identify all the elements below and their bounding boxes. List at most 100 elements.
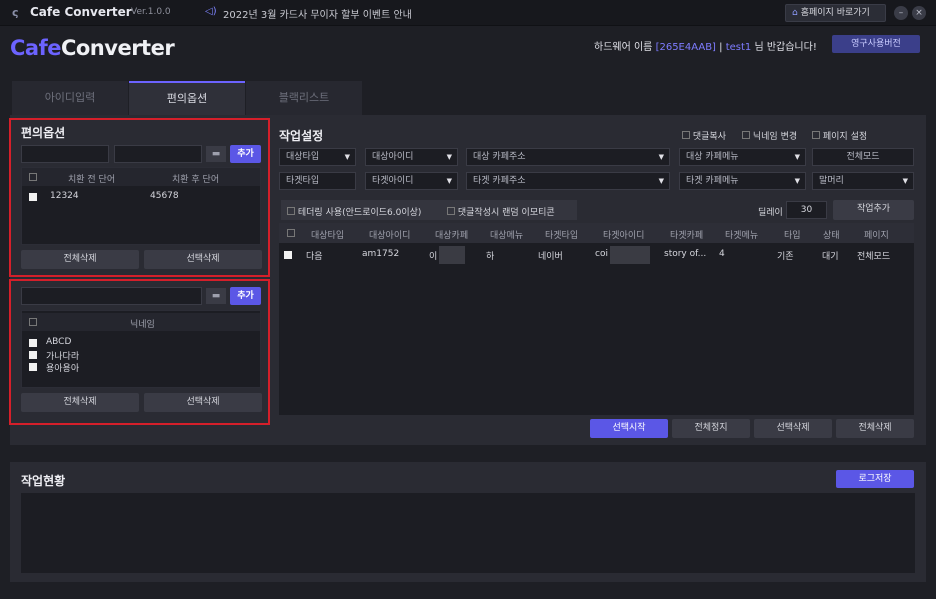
cell-status: 대기 xyxy=(822,252,839,262)
tab-convenience[interactable]: 편의옵션 xyxy=(129,81,245,115)
cell-target-menu: 하 xyxy=(486,252,495,262)
row-checkbox[interactable] xyxy=(29,193,37,201)
add-replace-button[interactable]: 추가 xyxy=(230,145,261,163)
col-menu: 타겟메뉴 xyxy=(725,231,759,241)
change-nick-option[interactable]: 닉네임 변경 xyxy=(742,129,797,142)
save-log-button[interactable]: 로그저장 xyxy=(836,470,914,488)
random-emoticon-checkbox[interactable] xyxy=(447,207,455,215)
target-id-select[interactable]: 대상아이디 ▼ xyxy=(365,148,458,166)
table-row[interactable]: 다음 am1752 이 하 네이버 coi story of... 4 기존 대… xyxy=(279,246,914,264)
col-before-word: 치환 전 단어 xyxy=(68,175,116,185)
col-nickname: 닉네임 xyxy=(130,320,155,330)
start-selected-button[interactable]: 선택시작 xyxy=(590,419,668,438)
after-word-input[interactable] xyxy=(114,145,202,163)
target-cafe-menu-select[interactable]: 대상 카페메뉴 ▼ xyxy=(679,148,806,166)
close-button[interactable]: × xyxy=(912,6,926,20)
tethering-option[interactable]: 테더링 사용(안드로이드6.0이상) xyxy=(287,205,421,218)
col-target-id: 대상아이디 xyxy=(369,231,411,241)
row-checkbox[interactable] xyxy=(29,339,37,347)
random-emoticon-option[interactable]: 댓글작성시 랜덤 이모티콘 xyxy=(447,205,555,218)
col-target-cafe: 대상카페 xyxy=(435,231,469,241)
chevron-down-icon: ▼ xyxy=(446,153,452,161)
select-all-checkbox[interactable] xyxy=(287,229,295,237)
hw-separator: | xyxy=(715,42,726,53)
head-select[interactable]: 말머리 ▼ xyxy=(812,172,914,190)
cafe-url-select[interactable]: 타겟 카페주소 ▼ xyxy=(466,172,670,190)
app-version: Ver.1.0.0 xyxy=(131,7,171,17)
folder-icon[interactable]: ▬ xyxy=(206,288,226,304)
license-button[interactable]: 영구사용버전 xyxy=(832,35,920,53)
col-cafe: 타겟카페 xyxy=(670,231,704,241)
delete-selected-replace-button[interactable]: 선택삭제 xyxy=(144,250,262,269)
tab-bar: 아이디입력 편의옵션 블랙리스트 xyxy=(12,81,362,115)
row-checkbox[interactable] xyxy=(284,251,292,259)
copy-comment-checkbox[interactable] xyxy=(682,131,690,139)
page-setting-checkbox[interactable] xyxy=(812,131,820,139)
change-nick-label: 닉네임 변경 xyxy=(752,132,798,142)
select-all-checkbox[interactable] xyxy=(29,318,37,326)
homepage-button[interactable]: ⌂ 홈페이지 바로가기 xyxy=(785,4,886,22)
convenience-title: 편의옵션 xyxy=(21,126,66,140)
id-value: 타겟아이디 xyxy=(372,176,414,186)
chevron-down-icon: ▼ xyxy=(658,153,664,161)
cafe-menu-value: 타겟 카페메뉴 xyxy=(686,176,739,186)
notice-link[interactable]: 2022년 3월 카드사 무이자 할부 이벤트 안내 xyxy=(223,6,412,21)
nickname-cell: ABCD xyxy=(46,337,72,347)
task-grid-header: 대상타입 대상아이디 대상카페 대상메뉴 타겟타입 타겟아이디 타겟카페 타겟메… xyxy=(279,223,914,243)
stop-all-button[interactable]: 전체정지 xyxy=(672,419,750,438)
add-nickname-button[interactable]: 추가 xyxy=(230,287,261,305)
replace-grid-header: 치환 전 단어 치환 후 단어 xyxy=(22,168,260,186)
app-title: Cafe Converter xyxy=(30,5,132,19)
title-bar: ς Cafe Converter Ver.1.0.0 ◁) 2022년 3월 카… xyxy=(0,0,936,26)
select-all-checkbox[interactable] xyxy=(29,173,37,181)
col-target-menu: 대상메뉴 xyxy=(490,231,524,241)
hw-label: 하드웨어 이름 xyxy=(594,42,656,53)
folder-icon[interactable]: ▬ xyxy=(206,146,226,162)
delay-input[interactable]: 30 xyxy=(786,201,827,219)
add-task-button[interactable]: 작업추가 xyxy=(833,200,914,220)
delete-selected-button[interactable]: 선택삭제 xyxy=(754,419,832,438)
copy-comment-option[interactable]: 댓글복사 xyxy=(682,129,726,142)
copy-comment-label: 댓글복사 xyxy=(692,132,726,142)
chevron-down-icon: ▼ xyxy=(794,153,800,161)
id-select[interactable]: 타겟아이디 ▼ xyxy=(365,172,458,190)
list-item[interactable]: 용아용아 xyxy=(22,361,260,374)
user-name: test1 xyxy=(725,42,752,53)
cafe-menu-select[interactable]: 타겟 카페메뉴 ▼ xyxy=(679,172,806,190)
minimize-button[interactable]: – xyxy=(894,6,908,20)
replace-grid: 치환 전 단어 치환 후 단어 12324 45678 xyxy=(21,167,261,245)
type-field[interactable]: 타겟타입 xyxy=(279,172,356,190)
chevron-down-icon: ▼ xyxy=(658,177,664,185)
tethering-checkbox[interactable] xyxy=(287,207,295,215)
table-row[interactable]: 12324 45678 xyxy=(22,190,260,204)
delete-all-nickname-button[interactable]: 전체삭제 xyxy=(21,393,139,412)
target-type-select[interactable]: 대상타입 ▼ xyxy=(279,148,356,166)
nickname-grid: 닉네임 ABCD 가나다라 용아용아 xyxy=(21,310,261,388)
list-item[interactable]: ABCD xyxy=(22,337,260,349)
log-output[interactable] xyxy=(21,493,915,573)
full-mode-field[interactable]: 전체모드 xyxy=(812,148,914,166)
col-type: 타겟타입 xyxy=(545,231,579,241)
target-cafe-url-select[interactable]: 대상 카페주소 ▼ xyxy=(466,148,670,166)
nickname-input[interactable] xyxy=(21,287,202,305)
brand-logo: CafeConverter xyxy=(10,36,175,60)
delete-selected-nickname-button[interactable]: 선택삭제 xyxy=(144,393,262,412)
row-checkbox[interactable] xyxy=(29,363,37,371)
chevron-down-icon: ▼ xyxy=(344,153,350,161)
page-setting-option[interactable]: 페이지 설정 xyxy=(812,129,867,142)
col-kind: 타입 xyxy=(784,231,801,241)
col-target-type: 대상타입 xyxy=(311,231,345,241)
delete-all-replace-button[interactable]: 전체삭제 xyxy=(21,250,139,269)
chevron-down-icon: ▼ xyxy=(794,177,800,185)
cell-menu: 4 xyxy=(719,249,725,259)
change-nick-checkbox[interactable] xyxy=(742,131,750,139)
work-settings-title: 작업설정 xyxy=(279,129,324,143)
row-checkbox[interactable] xyxy=(29,351,37,359)
list-item[interactable]: 가나다라 xyxy=(22,349,260,362)
cell-before: 12324 xyxy=(50,191,79,201)
tab-id-input[interactable]: 아이디입력 xyxy=(12,81,128,115)
tab-blacklist[interactable]: 블랙리스트 xyxy=(246,81,362,115)
cell-id: coi xyxy=(595,249,608,259)
before-word-input[interactable] xyxy=(21,145,109,163)
delete-all-button[interactable]: 전체삭제 xyxy=(836,419,914,438)
